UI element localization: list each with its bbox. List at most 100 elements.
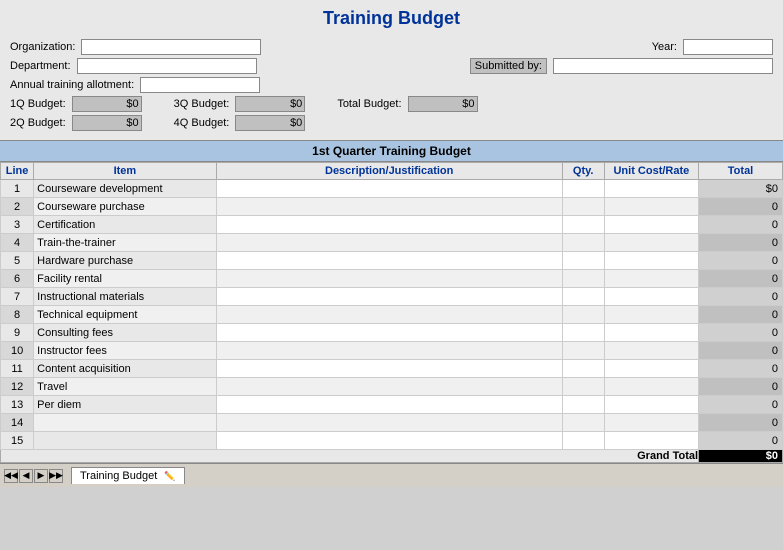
qty-cell[interactable] — [562, 342, 604, 360]
total-input[interactable] — [408, 96, 478, 112]
rate-cell[interactable] — [604, 432, 698, 450]
total-cell: 0 — [699, 396, 783, 414]
item-cell[interactable]: Consulting fees — [34, 324, 216, 342]
rate-cell[interactable] — [604, 270, 698, 288]
sheet-tab[interactable]: Training Budget ✏️ — [71, 467, 185, 484]
title-bar: Training Budget — [0, 0, 783, 35]
item-cell[interactable]: Train-the-trainer — [34, 234, 216, 252]
qty-cell[interactable] — [562, 378, 604, 396]
q4-input[interactable] — [235, 115, 305, 131]
item-cell[interactable] — [34, 432, 216, 450]
rate-cell[interactable] — [604, 180, 698, 198]
rate-cell[interactable] — [604, 396, 698, 414]
nav-arrows: ◀◀ ◀ ▶ ▶▶ — [4, 469, 63, 483]
desc-cell[interactable] — [216, 342, 562, 360]
table-row: 150 — [1, 432, 783, 450]
qty-cell[interactable] — [562, 396, 604, 414]
desc-cell[interactable] — [216, 270, 562, 288]
rate-cell[interactable] — [604, 288, 698, 306]
desc-cell[interactable] — [216, 414, 562, 432]
budget-table-wrapper: Line Item Description/Justification Qty.… — [0, 162, 783, 463]
item-cell[interactable]: Instructional materials — [34, 288, 216, 306]
item-cell[interactable]: Content acquisition — [34, 360, 216, 378]
rate-cell[interactable] — [604, 324, 698, 342]
qty-cell[interactable] — [562, 252, 604, 270]
desc-cell[interactable] — [216, 288, 562, 306]
nav-prev[interactable]: ◀ — [19, 469, 33, 483]
total-cell: 0 — [699, 306, 783, 324]
qty-cell[interactable] — [562, 306, 604, 324]
rate-cell[interactable] — [604, 414, 698, 432]
qty-cell[interactable] — [562, 234, 604, 252]
allotment-label: Annual training allotment: — [10, 79, 134, 91]
line-cell: 11 — [1, 360, 34, 378]
rate-cell[interactable] — [604, 216, 698, 234]
table-row: 3Certification0 — [1, 216, 783, 234]
total-cell: 0 — [699, 342, 783, 360]
item-cell[interactable]: Courseware purchase — [34, 198, 216, 216]
qty-cell[interactable] — [562, 324, 604, 342]
year-input[interactable] — [683, 39, 773, 55]
desc-cell[interactable] — [216, 396, 562, 414]
desc-cell[interactable] — [216, 198, 562, 216]
item-cell[interactable]: Hardware purchase — [34, 252, 216, 270]
org-input[interactable] — [81, 39, 261, 55]
qty-cell[interactable] — [562, 198, 604, 216]
qty-cell[interactable] — [562, 270, 604, 288]
qty-cell[interactable] — [562, 414, 604, 432]
item-cell[interactable]: Instructor fees — [34, 342, 216, 360]
col-item: Item — [34, 163, 216, 180]
line-cell: 13 — [1, 396, 34, 414]
item-cell[interactable]: Per diem — [34, 396, 216, 414]
qty-cell[interactable] — [562, 180, 604, 198]
grand-total-value: $0 — [699, 450, 783, 463]
qty-cell[interactable] — [562, 360, 604, 378]
q1-input[interactable] — [72, 96, 142, 112]
qty-cell[interactable] — [562, 432, 604, 450]
desc-cell[interactable] — [216, 180, 562, 198]
table-row: 1Courseware development$0 — [1, 180, 783, 198]
table-row: 10Instructor fees0 — [1, 342, 783, 360]
table-row: 8Technical equipment0 — [1, 306, 783, 324]
desc-cell[interactable] — [216, 324, 562, 342]
allotment-input[interactable] — [140, 77, 260, 93]
nav-last[interactable]: ▶▶ — [49, 469, 63, 483]
item-cell[interactable]: Courseware development — [34, 180, 216, 198]
col-qty: Qty. — [562, 163, 604, 180]
dept-input[interactable] — [77, 58, 257, 74]
desc-cell[interactable] — [216, 234, 562, 252]
desc-cell[interactable] — [216, 306, 562, 324]
rate-cell[interactable] — [604, 252, 698, 270]
item-cell[interactable]: Certification — [34, 216, 216, 234]
desc-cell[interactable] — [216, 432, 562, 450]
nav-next[interactable]: ▶ — [34, 469, 48, 483]
rate-cell[interactable] — [604, 306, 698, 324]
nav-first[interactable]: ◀◀ — [4, 469, 18, 483]
desc-cell[interactable] — [216, 360, 562, 378]
q3-input[interactable] — [235, 96, 305, 112]
desc-cell[interactable] — [216, 378, 562, 396]
qty-cell[interactable] — [562, 288, 604, 306]
rate-cell[interactable] — [604, 378, 698, 396]
item-cell[interactable]: Travel — [34, 378, 216, 396]
taskbar: ◀◀ ◀ ▶ ▶▶ Training Budget ✏️ — [0, 463, 783, 487]
q2-input[interactable] — [72, 115, 142, 131]
qty-cell[interactable] — [562, 216, 604, 234]
total-cell: 0 — [699, 198, 783, 216]
submitted-input[interactable] — [553, 58, 773, 74]
total-cell: 0 — [699, 270, 783, 288]
item-cell[interactable] — [34, 414, 216, 432]
q2-label: 2Q Budget: — [10, 117, 66, 129]
rate-cell[interactable] — [604, 360, 698, 378]
line-cell: 14 — [1, 414, 34, 432]
desc-cell[interactable] — [216, 252, 562, 270]
table-row: 2Courseware purchase0 — [1, 198, 783, 216]
item-cell[interactable]: Technical equipment — [34, 306, 216, 324]
rate-cell[interactable] — [604, 234, 698, 252]
rate-cell[interactable] — [604, 342, 698, 360]
q3-label: 3Q Budget: — [174, 98, 230, 110]
desc-cell[interactable] — [216, 216, 562, 234]
rate-cell[interactable] — [604, 198, 698, 216]
item-cell[interactable]: Facility rental — [34, 270, 216, 288]
line-cell: 6 — [1, 270, 34, 288]
